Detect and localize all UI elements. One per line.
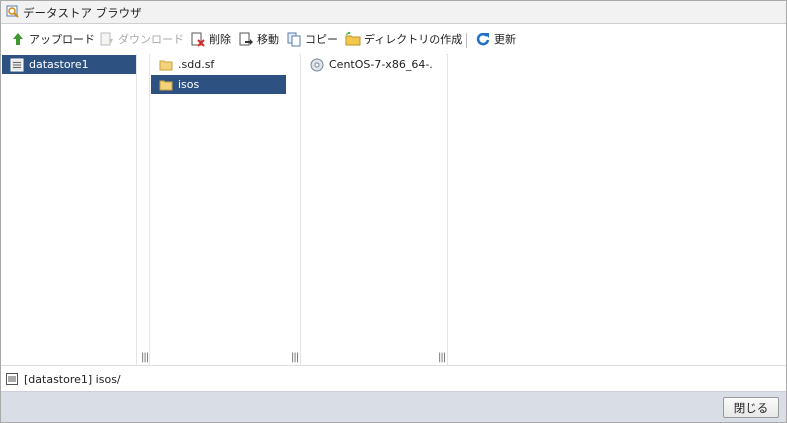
grip-icon: ||| bbox=[291, 352, 299, 363]
folder-icon bbox=[159, 78, 173, 92]
dialog-footer: 閉じる bbox=[1, 391, 786, 422]
folder-label: .sdd.sf bbox=[178, 58, 215, 71]
upload-label: アップロード bbox=[29, 33, 95, 46]
upload-arrow-icon bbox=[10, 31, 26, 47]
toolbar-separator bbox=[466, 33, 467, 48]
create-directory-button[interactable]: ディレクトリの作成 bbox=[345, 30, 462, 48]
refresh-label: 更新 bbox=[494, 33, 516, 46]
status-bar: [datastore1] isos/ bbox=[1, 365, 786, 392]
download-button[interactable]: ダウンロード bbox=[99, 30, 184, 48]
window-title: データストア ブラウザ bbox=[23, 6, 142, 20]
folder-label: isos bbox=[178, 78, 200, 91]
title-bar: データストア ブラウザ bbox=[1, 1, 786, 24]
column-resize-handle[interactable]: ||| bbox=[137, 54, 149, 365]
toolbar: アップロード ダウンロード 削除 移動 コピー ディレクトリの作成 更新 bbox=[1, 24, 786, 55]
detail-column bbox=[447, 54, 786, 365]
upload-button[interactable]: アップロード bbox=[10, 30, 95, 48]
grip-icon: ||| bbox=[438, 352, 446, 363]
download-icon bbox=[99, 31, 115, 47]
folder-item[interactable]: isos bbox=[151, 75, 286, 94]
current-path: [datastore1] isos/ bbox=[24, 373, 121, 386]
folder-icon bbox=[159, 58, 173, 72]
datastore-icon bbox=[6, 373, 18, 385]
download-label: ダウンロード bbox=[118, 33, 184, 46]
close-button[interactable]: 閉じる bbox=[723, 397, 779, 418]
column-resize-handle[interactable]: ||| bbox=[434, 54, 446, 365]
new-folder-icon bbox=[345, 31, 361, 47]
move-icon bbox=[238, 31, 254, 47]
datastore-browser-icon bbox=[6, 5, 20, 19]
disc-image-icon bbox=[310, 58, 324, 72]
datastore-icon bbox=[10, 58, 24, 72]
copy-icon bbox=[286, 31, 302, 47]
column-resize-handle[interactable]: ||| bbox=[287, 54, 299, 365]
datastore-column: datastore1 bbox=[1, 54, 137, 365]
delete-icon bbox=[190, 31, 206, 47]
file-column: CentOS-7-x86_64-... bbox=[300, 54, 440, 365]
refresh-icon bbox=[475, 31, 491, 47]
folder-column: .sdd.sf isos bbox=[149, 54, 288, 365]
datastore-browser-window: データストア ブラウザ アップロード ダウンロード 削除 移動 コピー ディレク… bbox=[0, 0, 787, 423]
move-label: 移動 bbox=[257, 33, 279, 46]
file-item[interactable]: CentOS-7-x86_64-... bbox=[302, 55, 440, 74]
datastore-label: datastore1 bbox=[29, 58, 89, 71]
copy-button[interactable]: コピー bbox=[286, 30, 338, 48]
folder-item[interactable]: .sdd.sf bbox=[151, 55, 286, 74]
create-directory-label: ディレクトリの作成 bbox=[364, 33, 463, 46]
copy-label: コピー bbox=[305, 33, 338, 46]
grip-icon: ||| bbox=[141, 352, 149, 363]
file-label: CentOS-7-x86_64-... bbox=[329, 58, 440, 71]
move-button[interactable]: 移動 bbox=[238, 30, 279, 48]
delete-label: 削除 bbox=[209, 33, 231, 46]
datastore-item[interactable]: datastore1 bbox=[2, 55, 136, 74]
refresh-button[interactable]: 更新 bbox=[475, 30, 516, 48]
delete-button[interactable]: 削除 bbox=[190, 30, 231, 48]
